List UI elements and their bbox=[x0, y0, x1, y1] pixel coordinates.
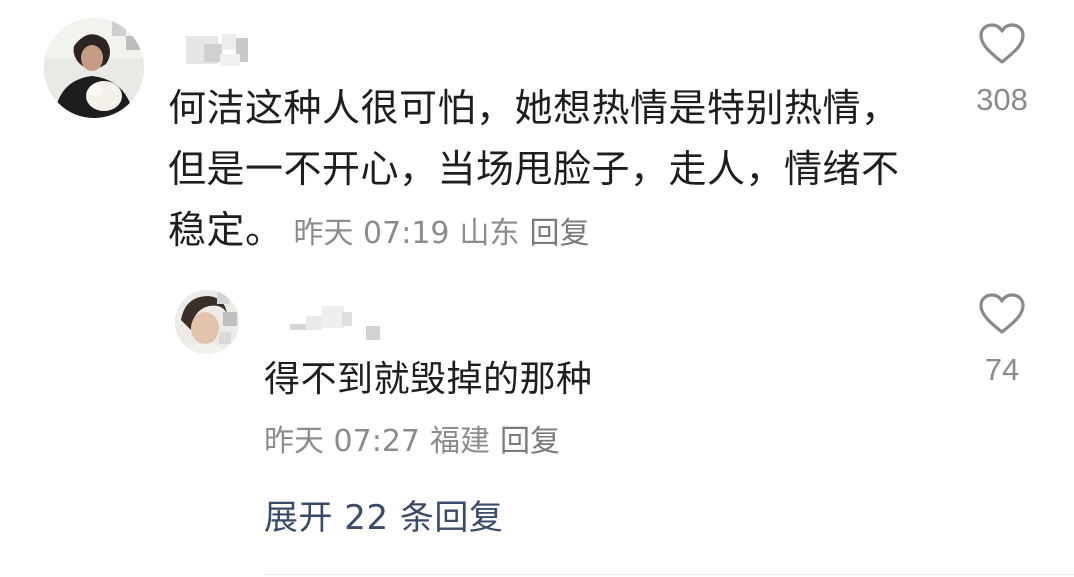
comment-meta: 昨天 07:19 山东 回复 bbox=[284, 216, 590, 251]
replier-avatar[interactable] bbox=[175, 290, 239, 354]
reply-location: 福建 bbox=[430, 424, 490, 459]
reply-time: 昨天 07:27 bbox=[264, 424, 420, 459]
comment-time: 昨天 07:19 bbox=[293, 216, 450, 251]
comment-line: 但是一不开心，当场甩脸子，走人，情绪不 bbox=[168, 147, 900, 191]
heart-outline-icon[interactable] bbox=[978, 293, 1026, 340]
heart-outline-icon[interactable] bbox=[978, 23, 1026, 70]
commenter-avatar[interactable] bbox=[44, 18, 144, 118]
comment-line: 何洁这种人很可怕，她想热情是特别热情， bbox=[168, 86, 900, 130]
replier-username-blurred[interactable] bbox=[290, 306, 390, 342]
reply-reply-button[interactable]: 回复 bbox=[500, 424, 560, 459]
divider bbox=[264, 574, 1074, 575]
comment-like-count: 308 bbox=[976, 82, 1028, 117]
comment-line-text: 稳定。 bbox=[168, 208, 284, 252]
comment-body: 何洁这种人很可怕，她想热情是特别热情， 但是一不开心，当场甩脸子，走人，情绪不 … bbox=[168, 78, 928, 264]
commenter-username-blurred[interactable] bbox=[180, 34, 260, 72]
reply-meta: 昨天 07:27 福建 回复 bbox=[264, 416, 560, 460]
reply-like-count: 74 bbox=[984, 352, 1020, 387]
reply-like: 74 bbox=[966, 292, 1038, 388]
comment-reply-button[interactable]: 回复 bbox=[530, 216, 590, 251]
comment-location: 山东 bbox=[459, 216, 520, 251]
expand-replies-button[interactable]: 展开 22 条回复 bbox=[264, 490, 503, 539]
comment-like: 308 bbox=[966, 22, 1038, 118]
reply-body: 得不到就毁掉的那种 bbox=[264, 359, 593, 400]
comment-line-last: 稳定。 昨天 07:19 山东 回复 bbox=[168, 200, 928, 264]
